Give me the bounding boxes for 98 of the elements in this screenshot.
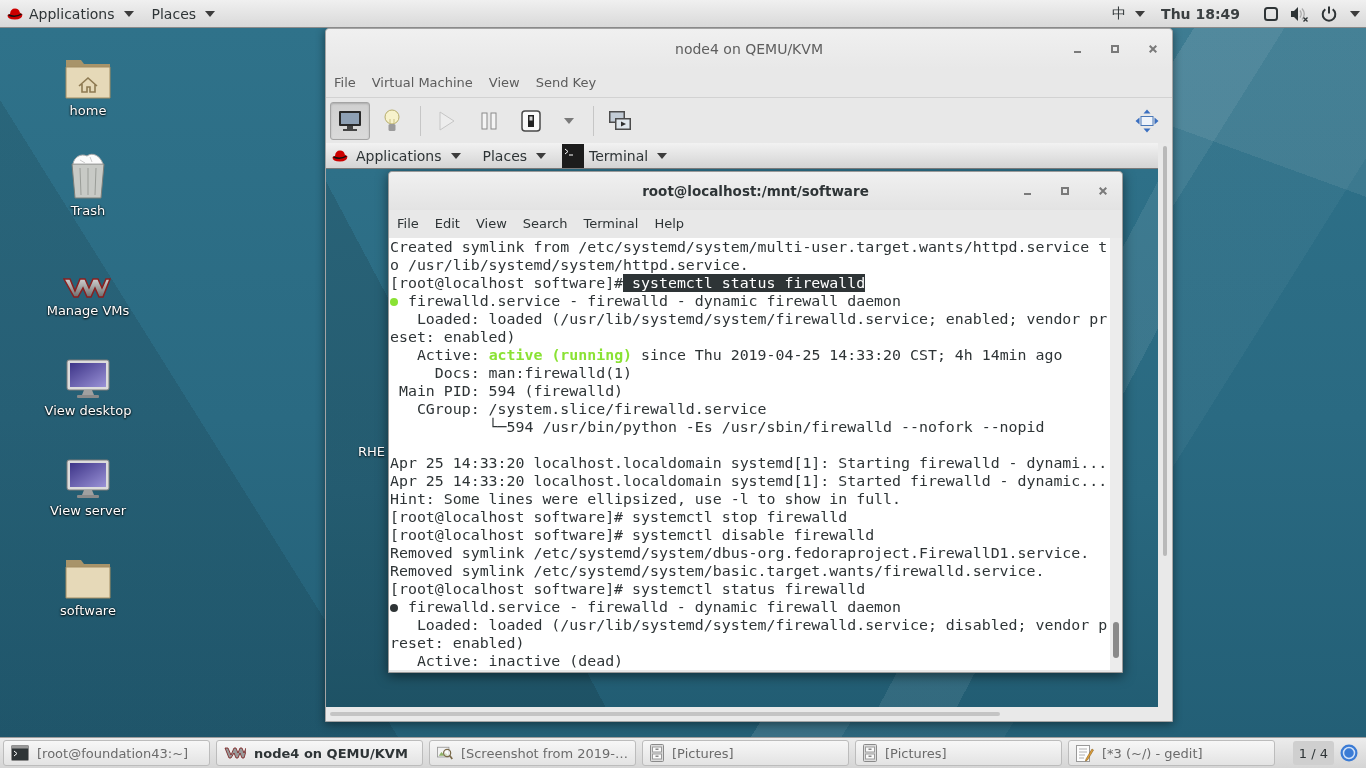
terminal-line: └─594 /usr/bin/python -Es /usr/sbin/firewalld --nofork --nopid <box>487 418 1045 436</box>
caret-icon <box>450 152 461 159</box>
caret-icon <box>657 152 668 159</box>
caret-icon <box>536 152 547 159</box>
icon-label[interactable]: View server <box>49 503 127 519</box>
terminal-line: reset: enabled) <box>390 634 525 652</box>
terminal-icon <box>562 143 585 168</box>
circle-icon[interactable] <box>1340 744 1358 762</box>
monitor-icon <box>338 109 362 132</box>
caret-icon[interactable] <box>1350 10 1360 17</box>
scrollbar-thumb[interactable] <box>330 712 1000 716</box>
terminal-line: Removed symlink /etc/systemd/system/dbus-org.fedoraproject.FirewallD1.service. <box>390 544 1090 562</box>
caret-icon <box>123 10 134 17</box>
logo-icon[interactable] <box>63 277 113 299</box>
monitor-icon[interactable] <box>66 359 110 399</box>
workspace-indicator[interactable]: 1 / 4 <box>1292 741 1334 765</box>
terminal-line: Loaded: loaded (/usr/lib/systemd/system/firewalld.service; enabled; vendor pr <box>415 310 1108 328</box>
terminal-line: firewalld.service - firewalld - dynamic firewall daemon <box>406 292 901 310</box>
terminal-line: o /usr/lib/systemd/system/httpd.service. <box>390 256 749 274</box>
terminal-line: Apr 25 14:33:20 localhost.localdomain systemd[1]: Started firewalld - dynamic... <box>390 472 1108 490</box>
monitor-icon[interactable] <box>66 459 110 499</box>
image-viewer-icon <box>437 744 453 762</box>
terminal-line: Removed symlink /etc/systemd/system/basic.target.wants/firewalld.service. <box>390 562 1045 580</box>
hat-icon <box>7 7 23 20</box>
menu-item[interactable]: Send Key <box>527 73 605 93</box>
terminal-line: Loaded: loaded (/usr/lib/systemd/system/firewalld.service; disabled; vendor p <box>415 616 1108 634</box>
icon-label[interactable]: software <box>60 603 116 619</box>
terminal-line: Apr 25 14:33:20 localhost.localdomain systemd[1]: Starting firewalld - dynami... <box>390 454 1108 472</box>
terminal-line: CGroup: /system.slice/firewalld.service <box>415 400 767 418</box>
window-title: root@localhost:/mnt/software <box>642 183 869 199</box>
terminal-line: Active: inactive (dead) <box>415 652 624 670</box>
terminal-line: firewalld.service - firewalld - dynamic firewall daemon <box>406 598 901 616</box>
folder-icon[interactable] <box>65 559 111 599</box>
terminal-icon <box>11 745 29 761</box>
lightbulb-icon <box>383 108 401 133</box>
menu-button[interactable]: Places <box>482 143 547 168</box>
terminal-line: Created symlink from /etc/systemd/system/multi-user.target.wants/httpd.service t <box>390 238 1108 256</box>
power-icon[interactable] <box>1321 5 1337 22</box>
icon-label[interactable]: View desktop <box>44 403 132 419</box>
square-icon[interactable] <box>1264 6 1278 21</box>
menu-item[interactable]: File <box>326 73 364 93</box>
taskbar-button[interactable]: [Screenshot from 2019-… <box>429 740 636 766</box>
taskbar-button[interactable]: [root@foundation43:~] <box>3 740 210 766</box>
terminal-line: Hint: Some lines were ellipsized, use -l to show in full. <box>390 490 901 508</box>
file-cabinet-icon <box>650 744 664 762</box>
logo-icon <box>224 747 246 759</box>
maximize-icon[interactable] <box>1061 187 1069 195</box>
menu-item[interactable]: View <box>467 214 515 234</box>
menu-item[interactable]: Search <box>514 214 576 234</box>
terminal-line: [root@localhost software]# systemctl disable firewalld <box>390 526 875 544</box>
menu-button[interactable]: Applications <box>29 0 134 27</box>
file-cabinet-icon <box>863 744 877 762</box>
taskbar-button[interactable]: [*3 (~/) - gedit] <box>1068 740 1275 766</box>
terminal-line: eset: enabled) <box>390 328 516 346</box>
menu-button[interactable]: Applications <box>356 143 461 168</box>
trash-icon[interactable] <box>68 153 108 199</box>
icon-label[interactable]: Manage VMs <box>46 303 130 319</box>
menu-item[interactable]: File <box>389 214 427 234</box>
menu-item[interactable]: Virtual Machine <box>363 73 481 93</box>
close-icon[interactable] <box>1149 45 1157 53</box>
clock[interactable]: Thu 18:49 <box>1161 5 1240 22</box>
terminal-line: [root@localhost software]# systemctl status firewalld <box>390 274 866 292</box>
play-icon <box>439 110 455 131</box>
terminal-line: Main PID: 594 (firewalld) <box>397 382 624 400</box>
icon-label[interactable]: home <box>69 103 107 119</box>
move-arrows-icon <box>1135 108 1159 133</box>
scrollbar-thumb[interactable] <box>1163 146 1167 556</box>
volume-muted-icon[interactable] <box>1291 5 1308 22</box>
maximize-icon[interactable] <box>1111 45 1119 53</box>
scrollbar-thumb[interactable] <box>1113 622 1119 658</box>
menu-item[interactable]: View <box>480 73 528 93</box>
caret-icon <box>205 10 216 17</box>
menu-item[interactable]: Terminal <box>575 214 647 234</box>
screens-icon <box>608 109 632 132</box>
switch-icon <box>521 109 541 132</box>
window-list-button[interactable]: Terminal <box>562 143 672 168</box>
close-icon[interactable] <box>1099 187 1107 195</box>
taskbar-button[interactable]: [Pictures] <box>642 740 849 766</box>
icon-label[interactable]: RHE <box>358 444 386 460</box>
icon-label[interactable]: Trash <box>70 203 106 219</box>
menu-item[interactable]: Help <box>646 214 693 234</box>
caret-icon <box>1135 10 1146 17</box>
window-title: node4 on QEMU/KVM <box>675 41 823 57</box>
menu-item[interactable]: Edit <box>426 214 468 234</box>
home-folder-icon[interactable] <box>65 59 111 99</box>
menu-button[interactable]: Places <box>151 0 216 27</box>
terminal-line: [root@localhost software]# systemctl stop firewalld <box>390 508 848 526</box>
caret-icon <box>564 117 574 124</box>
terminal-line: Docs: man:firewalld(1) <box>433 364 633 382</box>
taskbar-button[interactable]: [Pictures] <box>855 740 1062 766</box>
notepad-icon <box>1076 744 1094 762</box>
taskbar-button[interactable]: node4 on QEMU/KVM <box>216 740 423 766</box>
pause-icon <box>481 111 497 130</box>
terminal-line: [root@localhost software]# systemctl status firewalld <box>390 580 866 598</box>
toolbar-button[interactable] <box>330 101 370 140</box>
hat-icon <box>332 149 348 162</box>
terminal-line: Active: active (running) since Thu 2019-04-25 14:33:20 CST; 4h 14min ago <box>415 346 1063 364</box>
input-method-button[interactable]: 中 <box>1112 0 1146 27</box>
